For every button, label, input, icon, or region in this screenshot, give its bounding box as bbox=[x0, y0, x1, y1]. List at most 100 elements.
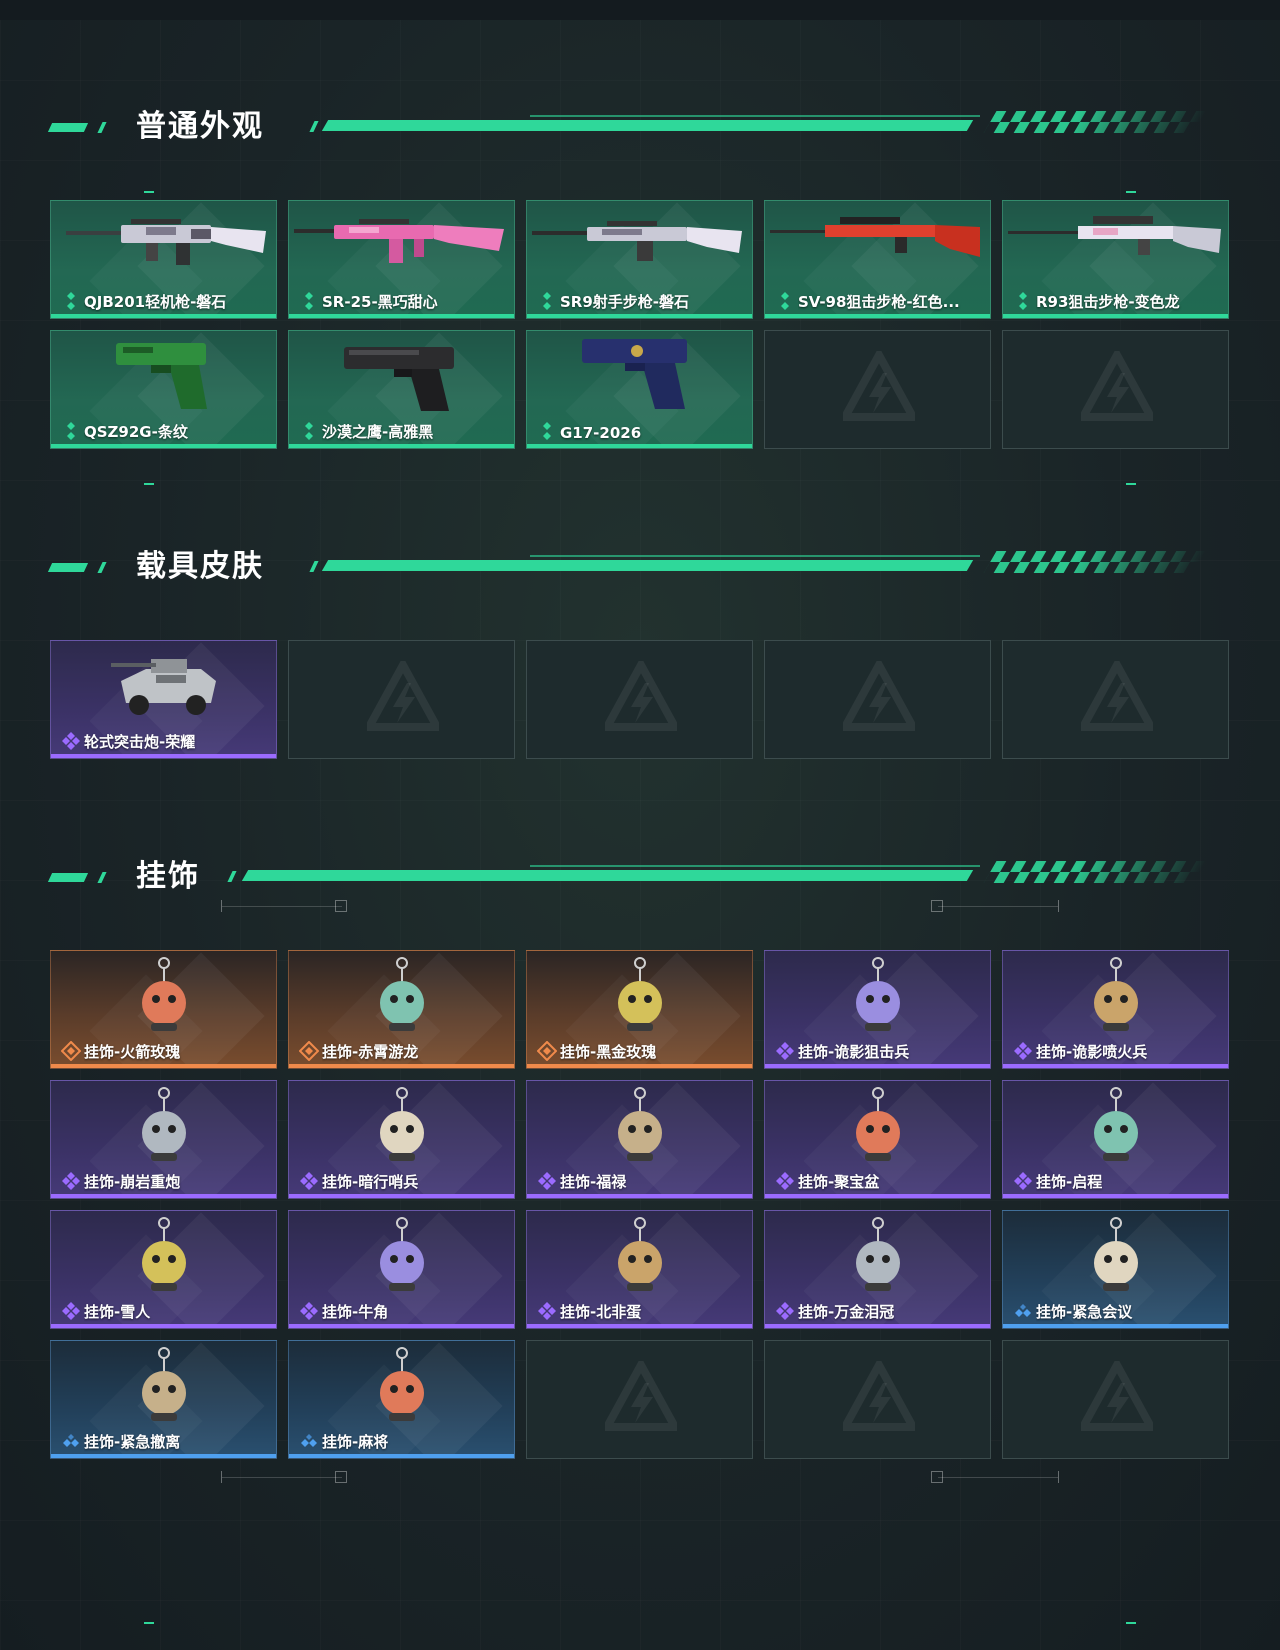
hud-square bbox=[931, 900, 943, 912]
rarity-blue-icon bbox=[299, 1431, 319, 1451]
charm-icon bbox=[765, 1211, 990, 1301]
rarity-stripe bbox=[51, 444, 276, 448]
placeholder-logo-icon bbox=[1076, 346, 1158, 423]
header-tick bbox=[309, 561, 319, 572]
item-card[interactable]: 挂饰-诡影喷火兵 bbox=[1002, 950, 1229, 1069]
pink-rifle-icon bbox=[289, 201, 514, 291]
header-tick bbox=[227, 871, 237, 882]
red-sniper-icon bbox=[765, 201, 990, 291]
rarity-stripe bbox=[51, 1064, 276, 1068]
item-card[interactable]: SR9射手步枪-磐石 bbox=[526, 200, 753, 319]
hud-line bbox=[938, 906, 1058, 907]
item-card[interactable]: 挂饰-赤霄游龙 bbox=[288, 950, 515, 1069]
item-label: R93狙击步枪-变色龙 bbox=[1036, 293, 1180, 311]
rarity-stripe bbox=[527, 1064, 752, 1068]
rarity-stripe bbox=[527, 1194, 752, 1198]
placeholder-logo-icon bbox=[838, 346, 920, 423]
header-dash bbox=[47, 123, 89, 132]
item-label: 挂饰-牛角 bbox=[322, 1303, 389, 1321]
empty-slot bbox=[764, 330, 991, 449]
placeholder-logo-icon bbox=[600, 1356, 682, 1433]
charm-icon bbox=[289, 1341, 514, 1431]
glock-icon bbox=[527, 331, 752, 421]
charm-icon bbox=[765, 951, 990, 1041]
charm-icon bbox=[1003, 1211, 1228, 1301]
item-card[interactable]: R93狙击步枪-变色龙 bbox=[1002, 200, 1229, 319]
item-card[interactable]: 挂饰-雪人 bbox=[50, 1210, 277, 1329]
rarity-green-icon bbox=[299, 291, 319, 311]
item-card[interactable]: 挂饰-福禄 bbox=[526, 1080, 753, 1199]
hud-mark bbox=[221, 900, 222, 912]
empty-slot bbox=[1002, 330, 1229, 449]
hud-mark bbox=[1058, 900, 1059, 912]
item-label: 挂饰-暗行哨兵 bbox=[322, 1173, 419, 1191]
charm-icon bbox=[51, 1341, 276, 1431]
rarity-green-icon bbox=[299, 421, 319, 441]
item-card[interactable]: SR-25-黑巧甜心 bbox=[288, 200, 515, 319]
item-card[interactable]: QJB201轻机枪-磐石 bbox=[50, 200, 277, 319]
corner-tick bbox=[144, 1622, 154, 1624]
header-checker-pattern bbox=[983, 111, 1207, 133]
item-card[interactable]: 挂饰-暗行哨兵 bbox=[288, 1080, 515, 1199]
charm-icon bbox=[1003, 951, 1228, 1041]
item-card[interactable]: 挂饰-火箭玫瑰 bbox=[50, 950, 277, 1069]
rarity-stripe bbox=[1003, 1324, 1228, 1328]
item-card[interactable]: QSZ92G-条纹 bbox=[50, 330, 277, 449]
item-card[interactable]: 挂饰-诡影狙击兵 bbox=[764, 950, 991, 1069]
hud-line bbox=[222, 1477, 342, 1478]
corner-tick bbox=[1126, 483, 1136, 485]
placeholder-logo-icon bbox=[1076, 656, 1158, 733]
item-label: 轮式突击炮-荣耀 bbox=[84, 733, 196, 751]
lmg-rifle-icon bbox=[51, 201, 276, 291]
rarity-stripe bbox=[1003, 1194, 1228, 1198]
item-card[interactable]: 挂饰-万金泪冠 bbox=[764, 1210, 991, 1329]
rarity-stripe bbox=[527, 444, 752, 448]
item-card[interactable]: 挂饰-牛角 bbox=[288, 1210, 515, 1329]
item-card[interactable]: 挂饰-北非蛋 bbox=[526, 1210, 753, 1329]
section-title: 挂饰 bbox=[136, 859, 200, 894]
item-card[interactable]: G17-2026 bbox=[526, 330, 753, 449]
item-card[interactable]: 挂饰-紧急会议 bbox=[1002, 1210, 1229, 1329]
rarity-purple-icon bbox=[61, 731, 81, 751]
rarity-stripe bbox=[289, 1194, 514, 1198]
item-label: SV-98狙击步枪-红色... bbox=[798, 293, 960, 311]
empty-slot bbox=[764, 1340, 991, 1459]
header-line bbox=[241, 870, 974, 881]
rarity-stripe bbox=[289, 1064, 514, 1068]
empty-slot bbox=[288, 640, 515, 759]
item-card[interactable]: 挂饰-紧急撤离 bbox=[50, 1340, 277, 1459]
corner-tick bbox=[1126, 191, 1136, 193]
section-header-charms: 挂饰 bbox=[47, 857, 1207, 897]
charm-icon bbox=[765, 1081, 990, 1171]
item-card[interactable]: 挂饰-麻将 bbox=[288, 1340, 515, 1459]
charm-icon bbox=[527, 951, 752, 1041]
item-label: QSZ92G-条纹 bbox=[84, 423, 188, 441]
item-card[interactable]: 挂饰-崩岩重炮 bbox=[50, 1080, 277, 1199]
item-card[interactable]: 挂饰-启程 bbox=[1002, 1080, 1229, 1199]
header-dash bbox=[47, 563, 89, 572]
charm-icon bbox=[289, 1211, 514, 1301]
item-label: 挂饰-万金泪冠 bbox=[798, 1303, 895, 1321]
item-label: 挂饰-紧急撤离 bbox=[84, 1433, 181, 1451]
rarity-purple-icon bbox=[537, 1171, 557, 1191]
empty-slot bbox=[1002, 640, 1229, 759]
hud-square bbox=[931, 1471, 943, 1483]
item-card[interactable]: 轮式突击炮-荣耀 bbox=[50, 640, 277, 759]
charm-icon bbox=[289, 951, 514, 1041]
marksman-rifle-icon bbox=[527, 201, 752, 291]
item-card[interactable]: 挂饰-黑金玫瑰 bbox=[526, 950, 753, 1069]
rarity-stripe bbox=[1003, 1064, 1228, 1068]
hud-square bbox=[335, 1471, 347, 1483]
item-card[interactable]: 沙漠之鹰-高雅黑 bbox=[288, 330, 515, 449]
item-card[interactable]: SV-98狙击步枪-红色... bbox=[764, 200, 991, 319]
charm-icon bbox=[51, 1081, 276, 1171]
item-label: 挂饰-崩岩重炮 bbox=[84, 1173, 181, 1191]
rarity-stripe bbox=[765, 1324, 990, 1328]
header-dash bbox=[97, 562, 107, 573]
header-thin-line bbox=[530, 115, 980, 117]
item-card[interactable]: 挂饰-聚宝盆 bbox=[764, 1080, 991, 1199]
rarity-purple-icon bbox=[775, 1171, 795, 1191]
item-label: 挂饰-黑金玫瑰 bbox=[560, 1043, 657, 1061]
header-thin-line bbox=[530, 865, 980, 867]
rarity-green-icon bbox=[775, 291, 795, 311]
